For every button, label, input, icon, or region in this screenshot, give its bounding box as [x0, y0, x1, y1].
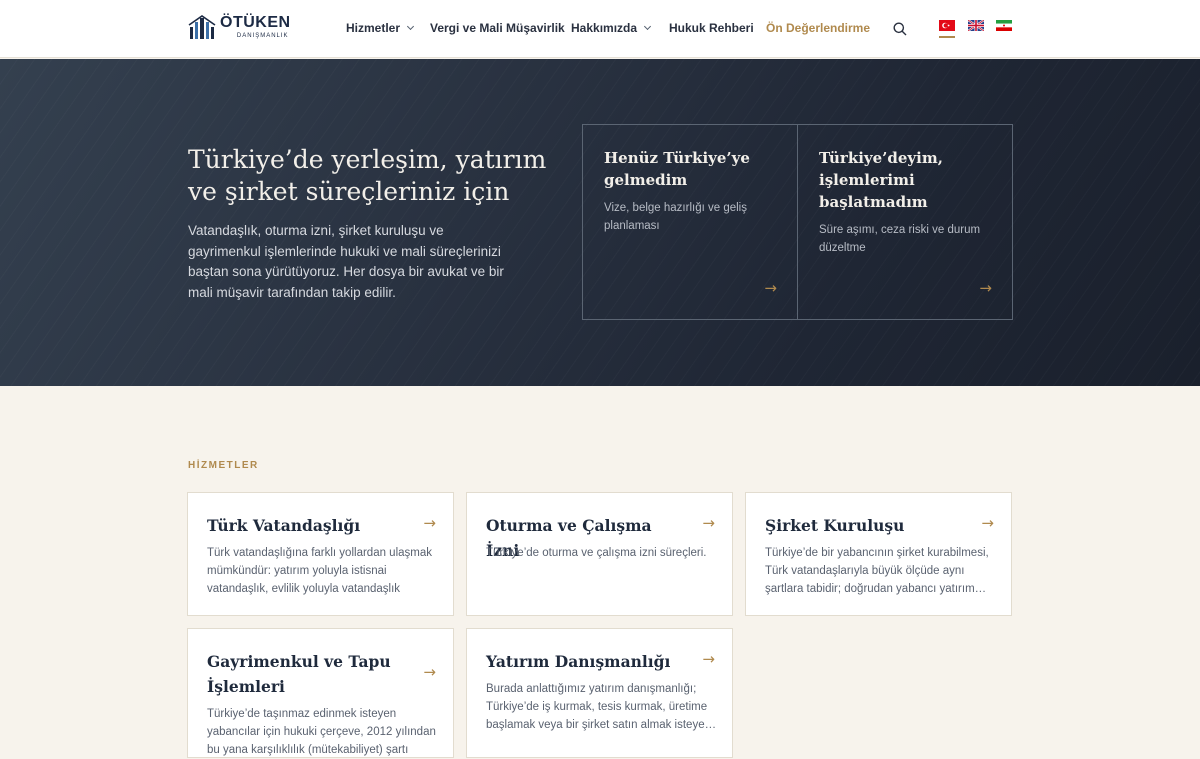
logo-subtitle: DANIŞMANLIK — [236, 33, 289, 39]
nav-hakkimizda-label: Hakkımızda — [571, 21, 638, 35]
flag-fa-icon[interactable] — [996, 20, 1012, 31]
service-desc: Türkiye’de taşınmaz edinmek isteyen yaba… — [207, 708, 436, 756]
chevron-down-icon — [406, 22, 415, 31]
arrow-right-icon: → — [702, 650, 715, 668]
nav-hukuk-rehberi-label: Hukuk Rehberi — [669, 21, 754, 35]
service-title: Şirket Kuruluşu — [765, 516, 905, 535]
nav-vergi-label: Vergi ve Mali Müşavirlik — [430, 21, 565, 35]
nav-on-degerlendirme-label: Ön Değerlendirme — [766, 21, 871, 35]
hero-card-title: Türkiye’deyim, işlemlerimi başlatmadım — [819, 149, 943, 211]
active-language-indicator — [939, 36, 955, 38]
arrow-right-icon: → — [979, 279, 992, 297]
service-desc: Türkiye’de bir yabancının şirket kurabil… — [765, 547, 989, 595]
arrow-right-icon: → — [423, 514, 436, 532]
service-card-oturma-izni[interactable]: Oturma ve Çalışma İzni → Türkiye’de otur… — [466, 492, 733, 616]
site-header: ÖTÜKEN DANIŞMANLIK Hizmetler Vergi ve Ma… — [0, 0, 1200, 58]
nav-hakkimizda[interactable]: Hakkımızda — [571, 21, 652, 35]
hero-card-not-arrived[interactable]: Henüz Türkiye’ye gelmedim Vize, belge ha… — [582, 124, 798, 320]
service-desc: Burada anlattığımız yatırım danışmanlığı… — [486, 683, 717, 731]
hero-card-desc: Süre aşımı, ceza riski ve durum düzeltme — [819, 224, 981, 254]
arrow-right-icon: → — [702, 514, 715, 532]
chevron-down-icon — [643, 22, 652, 31]
hero-section: Türkiye’de yerleşim, yatırım ve şirket s… — [0, 59, 1200, 386]
search-icon[interactable] — [893, 22, 907, 36]
nav-hizmetler-label: Hizmetler — [346, 21, 401, 35]
flag-en-icon[interactable] — [968, 20, 984, 31]
service-desc: Türkiye’de oturma ve çalışma izni süreçl… — [486, 547, 707, 559]
service-title: Türk Vatandaşlığı — [207, 516, 361, 535]
arrow-right-icon: → — [423, 663, 436, 681]
service-card-yatirim-danismanligi[interactable]: Yatırım Danışmanlığı → Burada anlattığım… — [466, 628, 733, 758]
arrow-right-icon: → — [764, 279, 777, 297]
logo[interactable]: ÖTÜKEN DANIŞMANLIK — [188, 13, 291, 41]
hero-card-in-turkey[interactable]: Türkiye’deyim, işlemlerimi başlatmadım S… — [797, 124, 1013, 320]
hero-title: Türkiye’de yerleşim, yatırım ve şirket s… — [188, 145, 547, 206]
flag-tr-icon[interactable] — [939, 20, 955, 31]
service-desc: Türk vatandaşlığına farklı yollardan ula… — [207, 547, 432, 595]
arrow-right-icon: → — [981, 514, 994, 532]
nav-hukuk-rehberi[interactable]: Hukuk Rehberi — [669, 21, 754, 35]
logo-name: ÖTÜKEN — [220, 14, 291, 31]
service-card-sirket-kurulusu[interactable]: Şirket Kuruluşu → Türkiye’de bir yabancı… — [745, 492, 1012, 616]
services-section-label: HİZMETLER — [188, 460, 259, 471]
service-title: Gayrimenkul ve Tapu İşlemleri — [207, 652, 391, 696]
service-card-gayrimenkul[interactable]: Gayrimenkul ve Tapu İşlemleri → Türkiye’… — [187, 628, 454, 758]
nav-vergi[interactable]: Vergi ve Mali Müşavirlik — [430, 21, 565, 35]
service-card-vatandaslik[interactable]: Türk Vatandaşlığı → Türk vatandaşlığına … — [187, 492, 454, 616]
service-title: Yatırım Danışmanlığı — [486, 652, 671, 671]
nav-on-degerlendirme[interactable]: Ön Değerlendirme — [766, 21, 870, 35]
hero-text: Vatandaşlık, oturma izni, şirket kuruluş… — [188, 223, 504, 300]
hero-card-title: Henüz Türkiye’ye gelmedim — [604, 149, 750, 189]
logo-mark-icon — [188, 15, 216, 39]
hero-card-desc: Vize, belge hazırlığı ve geliş planlamas… — [604, 202, 747, 232]
nav-hizmetler[interactable]: Hizmetler — [346, 21, 415, 35]
